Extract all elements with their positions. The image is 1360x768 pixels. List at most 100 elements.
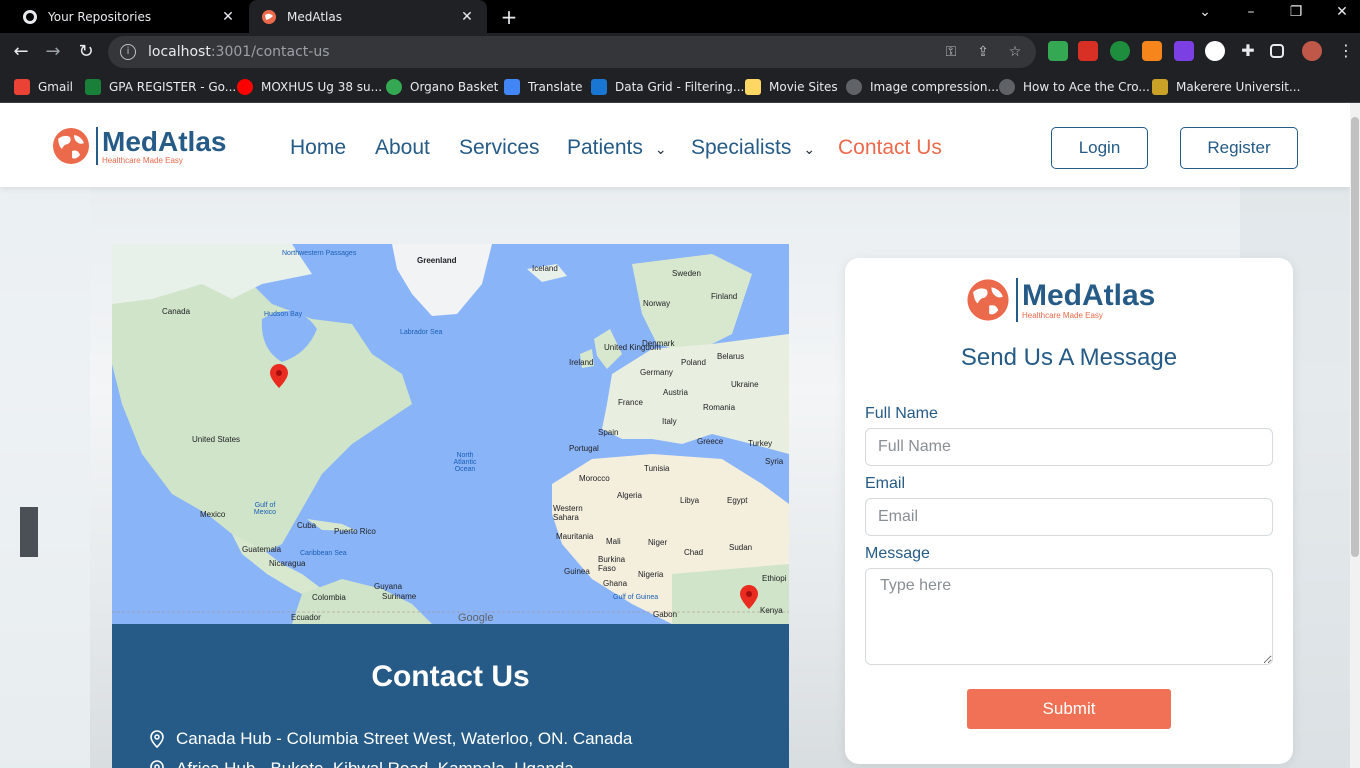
map-label: Ghana: [603, 579, 628, 588]
map-label: Spain: [598, 428, 619, 437]
github-icon: [846, 79, 862, 95]
globe-logo-icon: [967, 279, 1009, 321]
map-label: Ukraine: [731, 380, 759, 389]
map-label: Mali: [606, 537, 621, 546]
bookmark-label: MOXHUS Ug 38 su...: [261, 80, 383, 94]
github-icon: [22, 9, 38, 25]
bookmark-translate[interactable]: Translate: [504, 77, 583, 97]
bookmark-data-grid[interactable]: Data Grid - Filtering...: [591, 77, 744, 97]
map-label: Ecuador: [291, 613, 321, 622]
nav-contact-us[interactable]: Contact Us: [838, 136, 942, 160]
submit-button[interactable]: Submit: [967, 689, 1171, 729]
map-pin-icon[interactable]: [270, 364, 288, 388]
bookmark-label: Gmail: [38, 80, 74, 94]
tab-your-repositories[interactable]: Your Repositories ✕: [10, 0, 248, 33]
contact-address-canada: Canada Hub - Columbia Street West, Water…: [150, 729, 632, 749]
nav-home[interactable]: Home: [290, 136, 346, 160]
bookmark-star-icon[interactable]: ☆: [1006, 43, 1024, 61]
map-label: Morocco: [579, 474, 610, 483]
reload-icon[interactable]: ↻: [75, 41, 97, 63]
nav-patients[interactable]: Patients ⌄: [567, 136, 667, 160]
side-panel-icon[interactable]: [1270, 44, 1284, 58]
bookmark-image-compression[interactable]: Image compression...: [846, 77, 999, 97]
bookmark-movie-sites[interactable]: Movie Sites: [745, 77, 838, 97]
nav-specialists[interactable]: Specialists ⌄: [691, 136, 815, 160]
globe-logo-icon: [53, 128, 89, 164]
extension-purple-icon[interactable]: [1174, 41, 1194, 61]
contact-info-panel: Contact Us Canada Hub - Columbia Street …: [112, 624, 789, 768]
profile-avatar[interactable]: [1302, 41, 1322, 61]
extension-white-circle-icon[interactable]: [1205, 41, 1225, 61]
share-icon[interactable]: ⇪: [974, 43, 992, 61]
menu-dots-icon[interactable]: ⋮: [1336, 41, 1356, 61]
map-label: Libya: [680, 496, 700, 505]
bookmark-label: Translate: [528, 80, 583, 94]
back-icon[interactable]: ←: [10, 41, 32, 63]
metamask-icon[interactable]: [1142, 41, 1162, 61]
register-button[interactable]: Register: [1180, 127, 1298, 169]
map-label: Northwestern Passages: [282, 250, 357, 257]
map-label: Niger: [648, 538, 668, 547]
bookmark-how-to-ace[interactable]: How to Ace the Cro...: [999, 77, 1150, 97]
site-info-icon[interactable]: i: [120, 44, 136, 60]
site-logo[interactable]: MedAtlas Healthcare Made Easy: [50, 125, 226, 167]
tab-medatlas[interactable]: MedAtlas ✕: [249, 0, 487, 33]
tab-search-icon[interactable]: ⌄: [1193, 4, 1217, 20]
bookmark-label: Image compression...: [870, 80, 999, 94]
login-button[interactable]: Login: [1051, 127, 1148, 169]
makerere-icon: [1152, 79, 1168, 95]
window-close-icon[interactable]: ✕: [1330, 4, 1354, 20]
extension-shield-icon[interactable]: [1048, 41, 1068, 61]
google-watermark: Google: [458, 612, 494, 624]
bookmark-makerere[interactable]: Makerere Universit...: [1152, 77, 1300, 97]
fullname-input[interactable]: [865, 428, 1273, 466]
message-textarea[interactable]: [865, 568, 1273, 665]
map-label: Labrador Sea: [400, 329, 443, 336]
map-label: Nigeria: [638, 570, 664, 579]
contact-address-africa: Africa Hub - Bukoto, Kibwal Road, Kampal…: [150, 759, 574, 768]
location-pin-icon: [150, 730, 164, 748]
nav-patients-label: Patients: [567, 136, 643, 159]
close-icon[interactable]: ✕: [459, 9, 475, 25]
gmail-icon: [14, 79, 30, 95]
map-label: United States: [192, 435, 241, 444]
extension-red-icon[interactable]: [1078, 41, 1098, 61]
scrollbar-thumb[interactable]: [1351, 117, 1359, 557]
close-icon[interactable]: ✕: [220, 9, 236, 25]
new-tab-icon[interactable]: +: [498, 6, 520, 28]
form-logo: MedAtlas Healthcare Made Easy: [964, 276, 1155, 324]
map-label: Ireland: [569, 358, 594, 367]
email-label: Email: [865, 475, 906, 492]
bookmark-gmail[interactable]: Gmail: [14, 77, 73, 97]
email-input[interactable]: [865, 498, 1273, 536]
fullname-label: Full Name: [865, 405, 938, 422]
brand-tagline: Healthcare Made Easy: [1022, 310, 1103, 320]
browser-tab-bar: Your Repositories ✕ MedAtlas ✕ + ⌄ – ❐ ✕: [0, 0, 1360, 33]
nav-about[interactable]: About: [375, 136, 430, 160]
google-map[interactable]: Greenland Northwestern Passages Iceland …: [112, 244, 789, 624]
map-label: Nicaragua: [269, 559, 306, 568]
minimize-icon[interactable]: –: [1239, 4, 1263, 20]
nav-services[interactable]: Services: [459, 136, 540, 160]
tab-title: Your Repositories: [48, 9, 152, 24]
bookmark-label: Makerere Universit...: [1176, 80, 1301, 94]
restore-icon[interactable]: ❐: [1284, 4, 1308, 20]
map-land-shapes: [112, 244, 789, 624]
mui-icon: [591, 79, 607, 95]
forward-icon[interactable]: →: [42, 41, 64, 63]
map-label: Guatemala: [242, 545, 282, 554]
map-pin-icon[interactable]: [740, 585, 758, 609]
map-label: France: [618, 398, 643, 407]
address-bar[interactable]: i localhost:3001/contact-us ⚿ ⇪ ☆: [108, 36, 1036, 68]
extensions-puzzle-icon[interactable]: ✚: [1238, 41, 1258, 61]
page-scrollbar[interactable]: [1350, 103, 1360, 768]
bookmark-gpa-register[interactable]: GPA REGISTER - Go...: [85, 77, 236, 97]
key-icon[interactable]: ⚿: [942, 43, 960, 61]
extension-green-circle-icon[interactable]: [1110, 41, 1130, 61]
bookmark-moxhus[interactable]: MOXHUS Ug 38 su...: [237, 77, 382, 97]
bookmark-label: GPA REGISTER - Go...: [109, 80, 237, 94]
nav-specialists-label: Specialists: [691, 136, 792, 159]
bookmark-organo-basket[interactable]: Organo Basket: [386, 77, 498, 97]
brand-name: MedAtlas: [102, 125, 227, 157]
map-label: Greece: [697, 437, 724, 446]
